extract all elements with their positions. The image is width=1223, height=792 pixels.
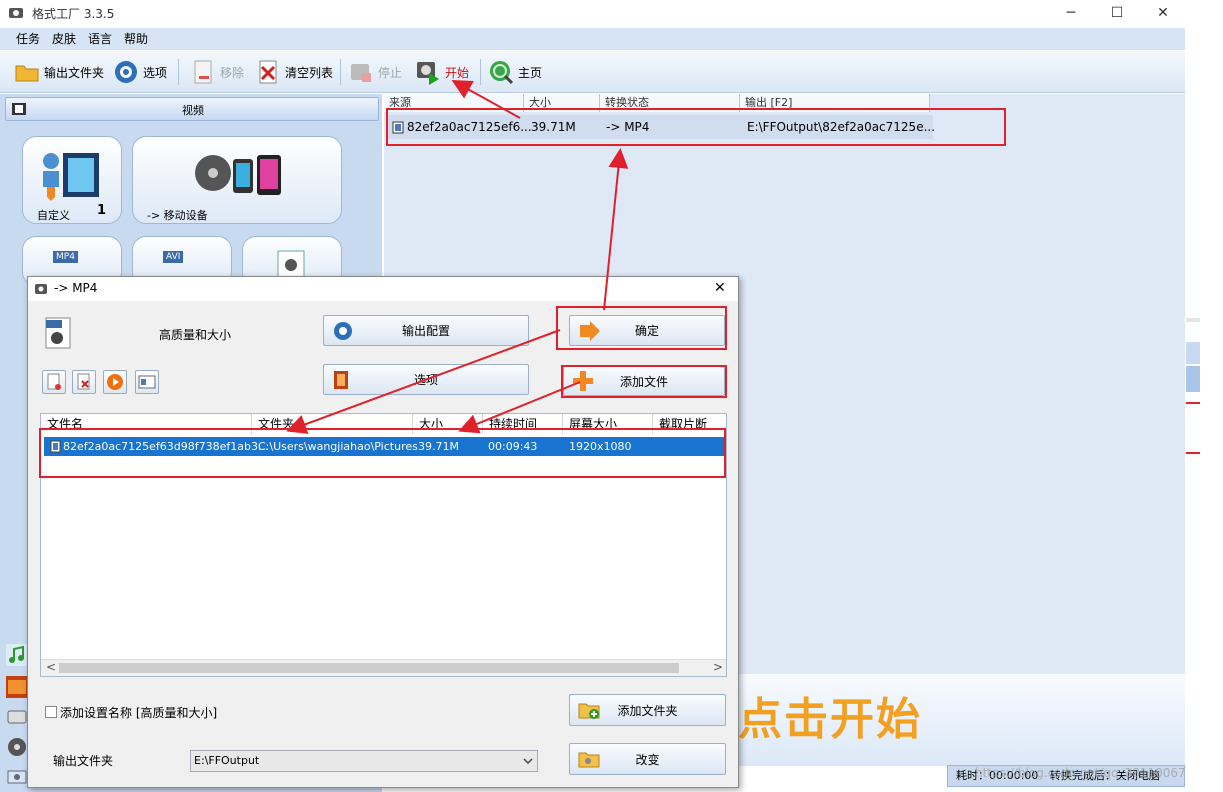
arrow-to-task-row — [603, 148, 629, 311]
arrow-to-size-column — [458, 381, 581, 434]
arrow-to-start — [451, 80, 521, 119]
arrow-to-folder-column — [286, 329, 561, 434]
annotation-arrows — [286, 80, 629, 434]
